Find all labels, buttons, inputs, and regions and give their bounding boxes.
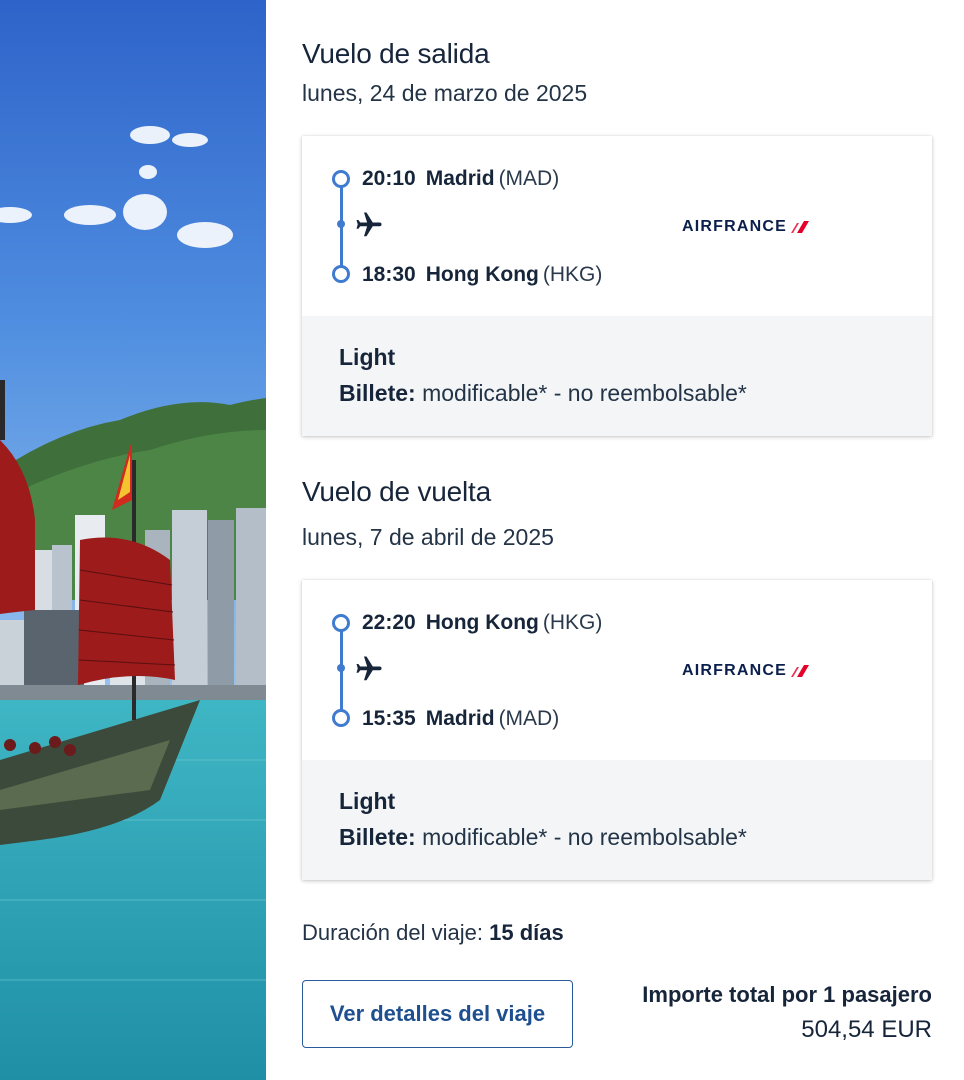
air-france-logo: AIRFRANCE	[682, 660, 810, 682]
airline-name: AIRFRANCE	[682, 662, 788, 679]
departure-city: Hong Kong	[425, 611, 539, 634]
ticket-conditions: Billete: modificable* - no reembolsable*	[339, 380, 747, 407]
air-france-stripe-icon	[791, 665, 810, 677]
plane-icon	[354, 654, 384, 684]
departure-time: 22:20	[362, 611, 416, 634]
outbound-title: Vuelo de salida	[302, 38, 490, 69]
return-fare-info: Light Billete: modificable* - no reembol…	[302, 760, 932, 880]
outbound-itinerary: 20:10 Madrid (MAD) AIRFRANCE 18:30 Hong Kon…	[302, 136, 932, 316]
outbound-timeline	[332, 170, 350, 283]
departure-city: Madrid	[425, 167, 495, 190]
total-price-label: Importe total por 1 pasajero	[642, 982, 932, 1007]
trip-duration-label: Duración del viaje:	[302, 920, 483, 945]
fare-name: Light	[339, 788, 396, 814]
return-arrival-row: 15:35 Madrid (MAD)	[362, 707, 559, 731]
fare-name: Light	[339, 344, 396, 370]
arrival-time: 15:35	[362, 707, 416, 730]
air-france-logo: AIRFRANCE	[682, 216, 810, 238]
ticket-label: Billete:	[339, 380, 416, 406]
arrival-city: Hong Kong	[425, 263, 539, 286]
ticket-conditions: Billete: modificable* - no reembolsable*	[339, 824, 747, 851]
arrival-city: Madrid	[425, 707, 495, 730]
hong-kong-harbour-image	[0, 0, 266, 1080]
airline-name: AIRFRANCE	[682, 218, 788, 235]
air-france-stripe-icon	[791, 221, 810, 233]
outbound-arrival-row: 18:30 Hong Kong (HKG)	[362, 263, 602, 287]
ticket-label: Billete:	[339, 824, 416, 850]
departure-time: 20:10	[362, 167, 416, 190]
departure-code: (MAD)	[498, 167, 560, 190]
return-date: lunes, 7 de abril de 2025	[302, 524, 554, 550]
timeline-dot	[337, 220, 345, 228]
timeline-dot	[337, 664, 345, 672]
return-departure-row: 22:20 Hong Kong (HKG)	[362, 611, 602, 635]
departure-code: (HKG)	[542, 611, 603, 634]
return-itinerary: 22:20 Hong Kong (HKG) AIRFRANCE 15:35 Madri…	[302, 580, 932, 760]
ticket-conditions-value: modificable* - no reembolsable*	[422, 824, 747, 850]
hero-image	[0, 0, 266, 1080]
return-timeline	[332, 614, 350, 727]
outbound-departure-row: 20:10 Madrid (MAD)	[362, 167, 559, 191]
arrival-code: (MAD)	[498, 707, 560, 730]
outbound-date: lunes, 24 de marzo de 2025	[302, 80, 588, 106]
view-trip-details-button[interactable]: Ver detalles del viaje	[302, 980, 573, 1048]
trip-duration: Duración del viaje: 15 días	[302, 920, 564, 946]
arrival-time: 18:30	[362, 263, 416, 286]
trip-duration-value: 15 días	[489, 920, 564, 945]
arrival-marker	[332, 265, 350, 283]
plane-icon	[354, 210, 384, 240]
arrival-marker	[332, 709, 350, 727]
outbound-fare-info: Light Billete: modificable* - no reembol…	[302, 316, 932, 436]
outbound-flight-card: 20:10 Madrid (MAD) AIRFRANCE 18:30 Hong Kon…	[302, 136, 932, 436]
total-price-value: 504,54 EUR	[801, 1016, 932, 1043]
return-flight-card: 22:20 Hong Kong (HKG) AIRFRANCE 15:35 Madri…	[302, 580, 932, 880]
ticket-conditions-value: modificable* - no reembolsable*	[422, 380, 747, 406]
return-title: Vuelo de vuelta	[302, 476, 491, 507]
arrival-code: (HKG)	[542, 263, 603, 286]
